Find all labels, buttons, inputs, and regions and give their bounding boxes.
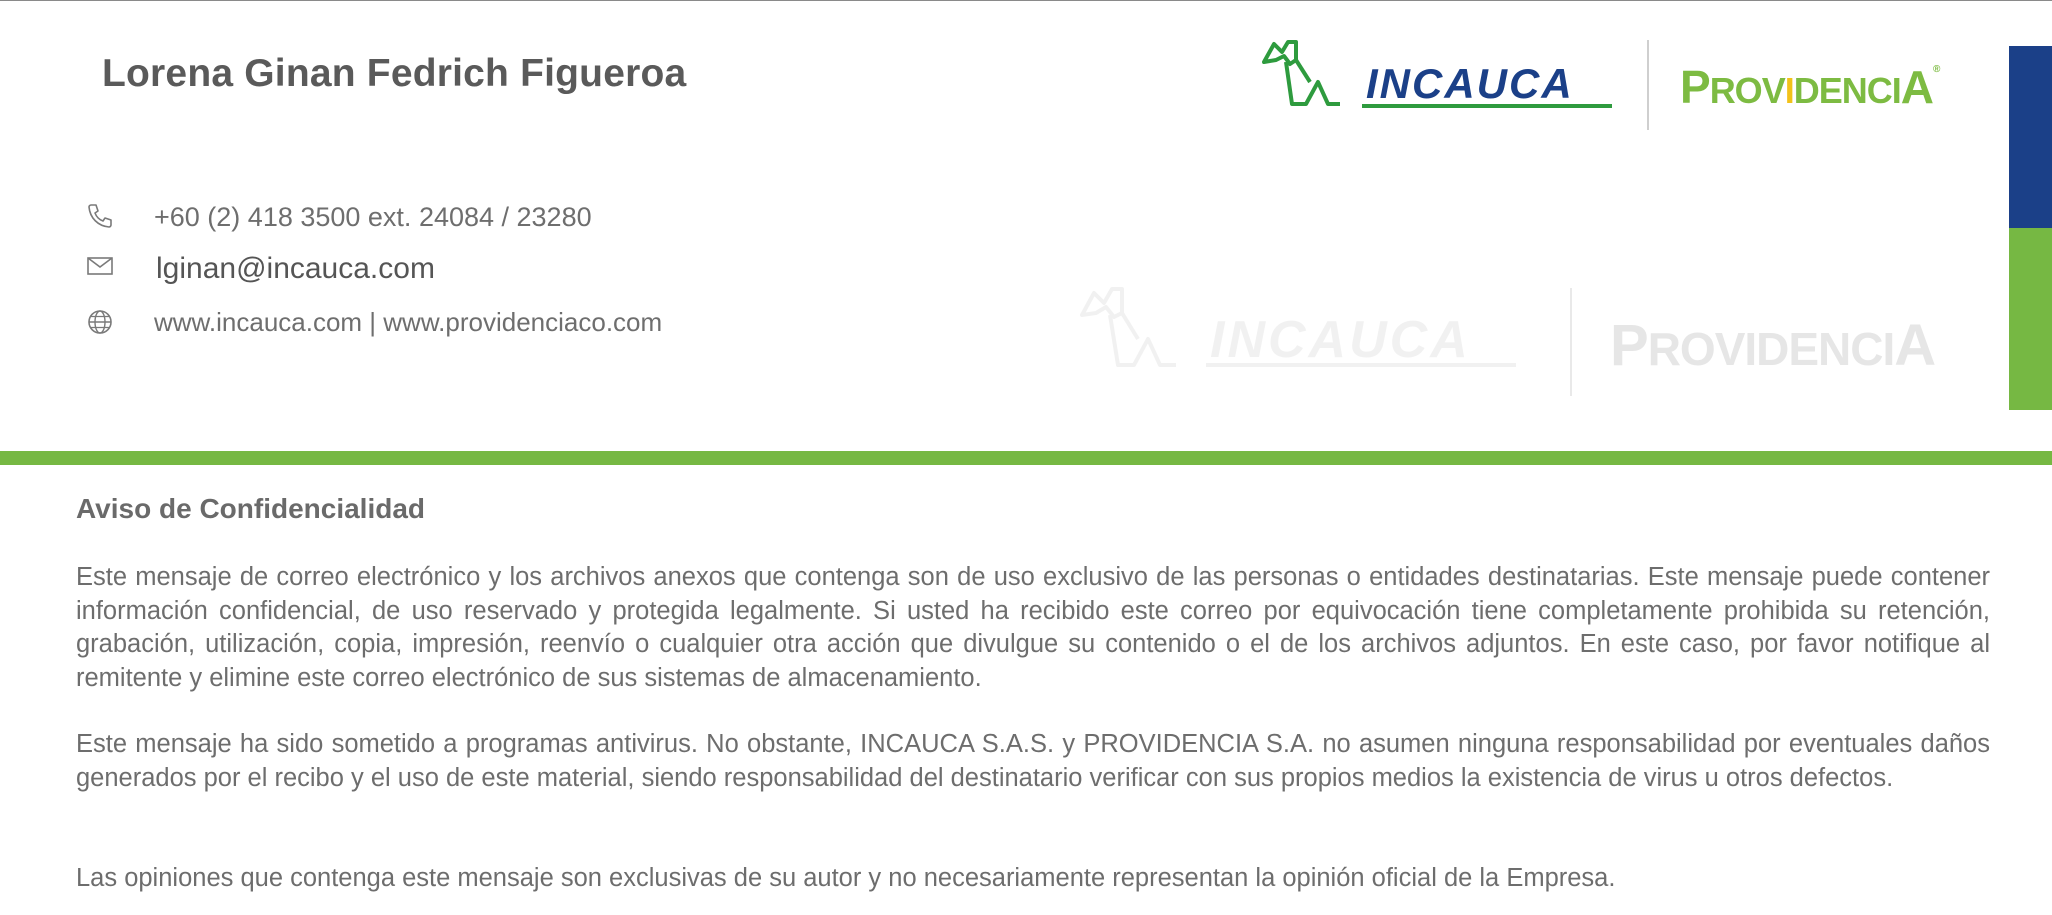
top-rule [0,0,2052,1]
registered-mark: ® [1932,64,1940,75]
antivirus-paragraph: Este mensaje ha sido sometido a programa… [76,730,1990,792]
brand-bar-blue [2009,46,2052,228]
phone-number: +60 (2) 418 3500 ext. 24084 / 23280 [154,202,592,232]
phone-icon [84,200,116,232]
signature-name: Lorena Ginan Fedrich Figueroa [102,52,687,95]
incauca-watermark: INCAUCA [1080,285,1530,380]
providencia-i-accent: I [1784,70,1795,111]
svg-text:INCAUCA: INCAUCA [1210,311,1471,369]
green-separator-band [0,451,2052,465]
providencia-watermark: PROVIDENCIA [1610,313,1936,378]
contact-email-row: lginan@incauca.com [84,250,435,285]
incauca-logo: INCAUCA [1262,38,1622,119]
providencia-dencia: DENCI [1793,70,1902,111]
logo-divider [1647,40,1649,130]
email-link[interactable]: lginan@incauca.com [156,252,435,286]
opinions-paragraph: Las opiniones que contenga este mensaje … [76,864,1616,892]
confidentiality-title: Aviso de Confidencialidad [76,493,426,524]
providencia-letter-a: A [1900,61,1934,113]
watermark-divider [1570,288,1572,396]
brand-bar-green [2009,228,2052,410]
incauca-wordmark: INCAUCA [1366,60,1574,107]
envelope-icon [84,250,116,282]
website-links[interactable]: www.incauca.com | www.providenciaco.com [154,307,662,338]
globe-icon [84,306,116,338]
providencia-logo: PROVIDENCIA® [1680,60,1940,114]
confidentiality-paragraph-1: Este mensaje de correo electrónico y los… [76,563,1990,692]
contact-phone-row: +60 (2) 418 3500 ext. 24084 / 23280 [84,200,592,232]
contact-web-row: www.incauca.com | www.providenciaco.com [84,306,662,338]
providencia-rov: ROV [1709,70,1786,111]
providencia-letter-p: P [1680,61,1711,113]
